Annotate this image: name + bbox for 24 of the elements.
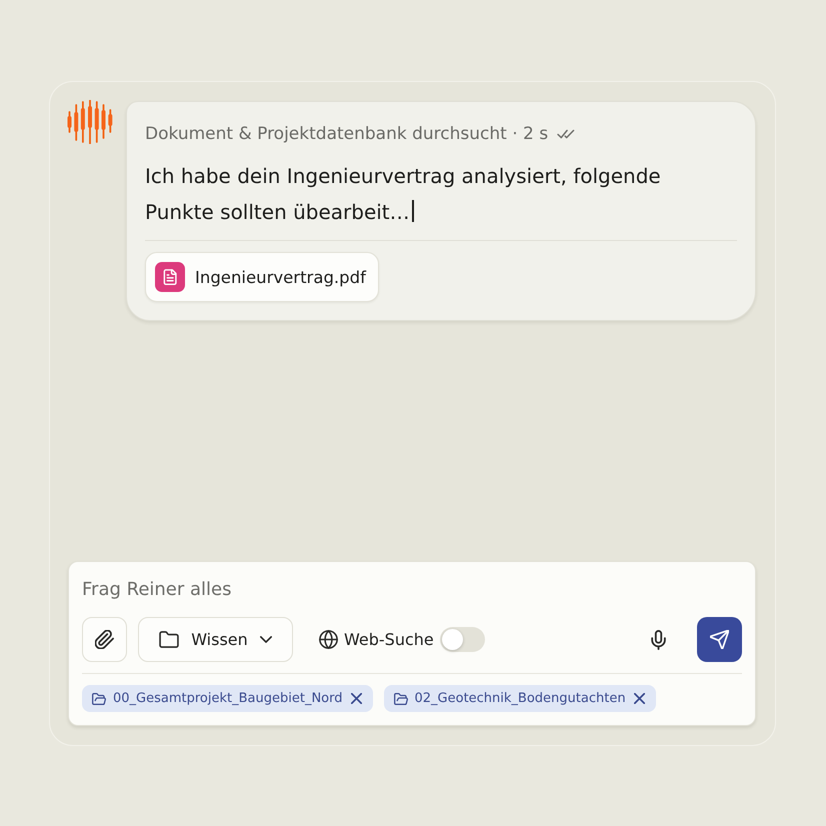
close-icon[interactable] <box>350 693 362 704</box>
folder-icon <box>92 692 106 704</box>
status-text: Dokument & Projektdatenbank durchsucht · 2 s <box>145 124 548 144</box>
double-check-icon <box>557 129 576 139</box>
chevron-down-icon <box>260 636 272 643</box>
close-icon[interactable] <box>634 693 645 704</box>
message-input[interactable]: Frag Reiner alles <box>82 577 742 601</box>
web-search-toggle[interactable] <box>440 627 485 652</box>
send-button[interactable] <box>697 617 742 662</box>
attach-button[interactable] <box>82 617 127 662</box>
file-attachment[interactable]: Ingenieurvertrag.pdf <box>145 252 379 302</box>
message-text: Ich habe dein Ingenieurvertrag analysiert, folgende Punkte sollten übearbeit… <box>145 164 661 224</box>
globe-icon <box>319 630 338 649</box>
paperclip-icon <box>95 630 114 649</box>
knowledge-dropdown[interactable]: Wissen <box>138 617 293 662</box>
folder-chip-label: 02_Geotechnik_Bodengutachten <box>414 691 626 706</box>
folder-icon <box>394 692 408 704</box>
microphone-icon[interactable] <box>651 630 666 650</box>
waveform-icon <box>67 100 113 144</box>
send-icon <box>710 630 729 649</box>
web-search-label: Web-Suche <box>344 630 434 649</box>
folder-icon <box>159 631 179 648</box>
folder-chip-label: 00_Gesamtprojekt_Baugebiet_Nord <box>113 691 342 706</box>
pdf-file-icon <box>155 262 185 292</box>
